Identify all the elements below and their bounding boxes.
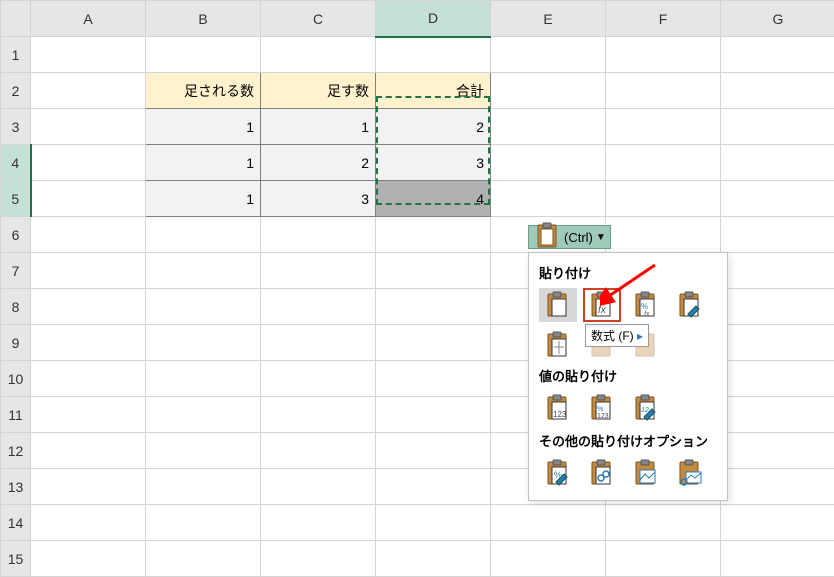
paste-values-button[interactable]: 123 <box>539 391 577 425</box>
paste-options-menu: 貼り付け fx 数式 (F) ▸ %fx 値の貼り付け <box>528 252 728 501</box>
col-header-B[interactable]: B <box>146 1 261 37</box>
row-header-15[interactable]: 15 <box>1 541 31 577</box>
row-header-8[interactable]: 8 <box>1 289 31 325</box>
col-header-A[interactable]: A <box>31 1 146 37</box>
cell-D3[interactable]: 2 <box>376 109 491 145</box>
paste-formulas-button[interactable]: fx 数式 (F) ▸ <box>583 288 621 322</box>
paste-other-section-label: その他の貼り付けオプション <box>539 431 717 450</box>
row-header-10[interactable]: 10 <box>1 361 31 397</box>
clipboard-icon <box>533 221 561 254</box>
row-header-6[interactable]: 6 <box>1 217 31 253</box>
paste-values-section-label: 値の貼り付け <box>539 366 717 385</box>
row-header-2[interactable]: 2 <box>1 73 31 109</box>
select-all-corner[interactable] <box>1 1 31 37</box>
cell-D4[interactable]: 3 <box>376 145 491 181</box>
paste-values-sourcefmt-button[interactable]: 12 <box>627 391 665 425</box>
row-header-7[interactable]: 7 <box>1 253 31 289</box>
row-header-3[interactable]: 3 <box>1 109 31 145</box>
cell-B2[interactable]: 足される数 <box>146 73 261 109</box>
cell-C2[interactable]: 足す数 <box>261 73 376 109</box>
row-header-9[interactable]: 9 <box>1 325 31 361</box>
svg-text:123: 123 <box>553 410 567 419</box>
svg-text:123: 123 <box>597 413 609 420</box>
paste-linked-picture-button[interactable] <box>671 456 709 490</box>
col-header-D[interactable]: D <box>376 1 491 37</box>
chevron-down-icon: ▼ <box>596 232 606 243</box>
cell-B3[interactable]: 1 <box>146 109 261 145</box>
col-header-E[interactable]: E <box>491 1 606 37</box>
paste-options-button[interactable]: (Ctrl) ▼ <box>528 225 611 249</box>
cell-D2[interactable]: 合計 <box>376 73 491 109</box>
col-header-F[interactable]: F <box>606 1 721 37</box>
paste-no-borders-button[interactable] <box>539 328 577 362</box>
svg-text:fx: fx <box>644 311 650 318</box>
cell-C3[interactable]: 1 <box>261 109 376 145</box>
row-header-13[interactable]: 13 <box>1 469 31 505</box>
row-header-12[interactable]: 12 <box>1 433 31 469</box>
cell-B4[interactable]: 1 <box>146 145 261 181</box>
cell-C4[interactable]: 2 <box>261 145 376 181</box>
svg-text:%: % <box>641 302 648 311</box>
col-header-G[interactable]: G <box>721 1 834 37</box>
row-header-4[interactable]: 4 <box>1 145 31 181</box>
paste-values-numfmt-button[interactable]: %123 <box>583 391 621 425</box>
row-header-14[interactable]: 14 <box>1 505 31 541</box>
svg-text:%: % <box>597 406 603 413</box>
paste-formulas-tooltip: 数式 (F) ▸ <box>585 324 649 347</box>
paste-section-label: 貼り付け <box>539 263 717 282</box>
cell-D5[interactable]: 4 <box>376 181 491 217</box>
paste-picture-button[interactable] <box>627 456 665 490</box>
cell-B5[interactable]: 1 <box>146 181 261 217</box>
col-header-C[interactable]: C <box>261 1 376 37</box>
paste-link-button[interactable] <box>583 456 621 490</box>
row-header-11[interactable]: 11 <box>1 397 31 433</box>
row-header-1[interactable]: 1 <box>1 37 31 73</box>
paste-keep-source-format-button[interactable] <box>671 288 709 322</box>
paste-options-label: (Ctrl) <box>564 230 593 245</box>
paste-formulas-numfmt-button[interactable]: %fx <box>627 288 665 322</box>
cell-C5[interactable]: 3 <box>261 181 376 217</box>
paste-formatting-button[interactable]: % <box>539 456 577 490</box>
svg-text:fx: fx <box>598 305 607 316</box>
row-header-5[interactable]: 5 <box>1 181 31 217</box>
paste-all-button[interactable] <box>539 288 577 322</box>
